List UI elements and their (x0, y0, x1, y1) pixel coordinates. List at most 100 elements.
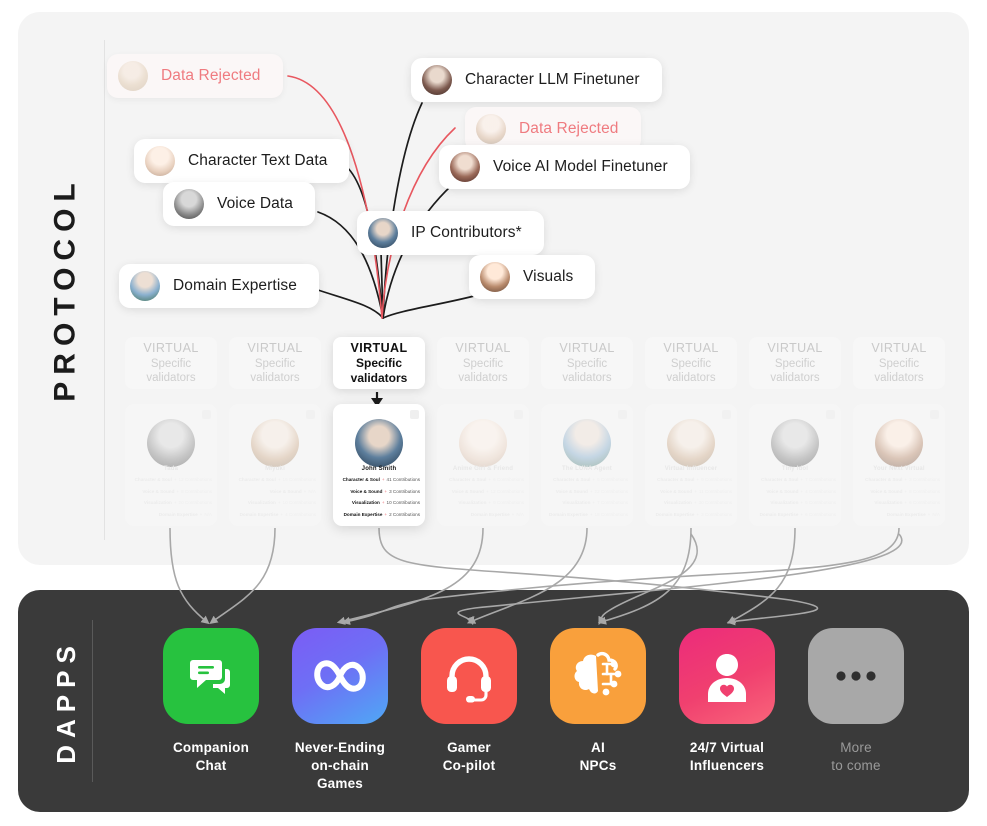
agent-card-3[interactable]: Anime Girl & Friend Character & Soul +6 C… (437, 404, 529, 526)
stat-value: 8 Contributions (909, 488, 940, 494)
validator-header-line3: validators (458, 371, 508, 384)
validator-header-line3: validators (562, 371, 612, 384)
dapp-tile[interactable] (679, 628, 775, 724)
node-domain-expertise[interactable]: Domain Expertise (119, 264, 319, 308)
node-label: Domain Expertise (173, 277, 297, 294)
agent-card-1[interactable]: Miyuki Character & Soul +15 Contributions… (229, 404, 321, 526)
dapp-never-ending-games[interactable]: Never-Ending on-chain Games (292, 628, 388, 794)
agent-card-2[interactable]: John Smith Character & Soul +41 Contribut… (333, 404, 425, 526)
stat-row: Domain Expertise + N/A (858, 511, 940, 518)
card-menu-icon[interactable] (618, 410, 627, 419)
stat-label: Voice & Sound (451, 488, 484, 494)
stat-label: Voice & Sound (350, 488, 383, 494)
stat-value: N/A (204, 511, 212, 517)
validator-header-2[interactable]: VIRTUAL Specific validators (333, 337, 425, 389)
agent-card-4[interactable]: The LUNA Agent Character & Soul +5 Contri… (541, 404, 633, 526)
stat-label: Visualization (874, 500, 903, 506)
stat-row: Voice & Sound +8 Contributions (130, 489, 212, 495)
stat-row: Domain Expertise + N/A (130, 511, 212, 518)
stat-row: Visualization +10 Contributions (338, 501, 420, 506)
stat-row: Visualization +10 Contributions (234, 501, 316, 506)
validator-header-0[interactable]: VIRTUAL Specific validators (125, 337, 217, 389)
protocol-divider (104, 40, 105, 540)
card-menu-icon[interactable] (202, 410, 211, 419)
plus-icon: + (280, 511, 284, 517)
node-ip-contributors[interactable]: IP Contributors* (357, 211, 544, 255)
node-character-text-data[interactable]: Character Text Data (134, 139, 350, 183)
stat-value: 5 Contributions (597, 477, 628, 482)
validator-header-line2: Specific (774, 357, 816, 370)
validator-header-line3: validators (770, 371, 820, 384)
stat-row: Visualization +20 Contributions (130, 501, 212, 506)
person-heart-icon (708, 654, 746, 702)
plus-icon: + (800, 488, 804, 494)
agent-avatar (667, 419, 715, 467)
node-data-rejected-1[interactable]: Data Rejected (107, 54, 283, 98)
agent-name: Virtual Influencer (664, 466, 718, 472)
avatar (145, 146, 175, 176)
node-character-llm-finetuner[interactable]: Character LLM Finetuner (411, 58, 662, 102)
agent-stats: Character & Soul +9 Contributions Voice &… (650, 477, 732, 524)
stat-row: Visualization +9 Contributions (442, 501, 524, 506)
dapp-virtual-influencers[interactable]: 24/7 Virtual Influencers (679, 628, 775, 775)
agent-card-0[interactable]: Tada Character & Soul +12 Contributions V… (125, 404, 217, 526)
dapp-tile[interactable] (421, 628, 517, 724)
agent-avatar (147, 419, 195, 467)
node-label: Voice Data (217, 195, 293, 212)
dapp-tile[interactable] (292, 628, 388, 724)
stat-row: Domain Expertise +3 Contributions (650, 512, 732, 518)
dapp-ai-npcs[interactable]: AI NPCs (550, 628, 646, 775)
stat-row: Voice & Sound +4 Contributions (754, 488, 836, 495)
chat-bubbles-icon (190, 660, 230, 694)
validator-header-line2: Specific (462, 357, 504, 370)
stat-row: Domain Expertise +2 Contributions (338, 511, 420, 518)
validator-header-6[interactable]: VIRTUAL Specific validators (749, 337, 841, 389)
avatar (130, 271, 160, 301)
agent-stats: Character & Soul +5 Contributions Voice &… (546, 477, 628, 524)
dapp-tile[interactable] (550, 628, 646, 724)
ellipsis-icon (836, 671, 876, 681)
validator-header-line1: VIRTUAL (767, 341, 823, 356)
card-menu-icon[interactable] (410, 410, 419, 419)
agent-card-5[interactable]: Virtual Influencer Character & Soul +9 Co… (645, 404, 737, 526)
agent-stats: Character & Soul +15 Contributions Voice … (234, 477, 316, 524)
stat-label: Visualization (562, 500, 591, 506)
validator-header-3[interactable]: VIRTUAL Specific validators (437, 337, 529, 389)
node-visuals[interactable]: Visuals (469, 255, 596, 299)
dapp-gamer-copilot[interactable]: Gamer Co-pilot (421, 628, 517, 775)
node-voice-data[interactable]: Voice Data (163, 182, 315, 226)
card-menu-icon[interactable] (826, 410, 835, 419)
node-voice-ai-model-finetuner[interactable]: Voice AI Model Finetuner (439, 145, 690, 189)
node-label: Visuals (523, 268, 574, 285)
stat-value: 9 Contributions (701, 477, 732, 482)
plus-icon: + (485, 488, 489, 494)
stat-label: Voice & Sound (660, 488, 693, 494)
stat-label: Voice & Sound (269, 488, 302, 494)
agent-avatar (355, 419, 403, 467)
card-menu-icon[interactable] (722, 410, 731, 419)
validator-header-4[interactable]: VIRTUAL Specific validators (541, 337, 633, 389)
plus-icon: + (384, 511, 388, 517)
card-menu-icon[interactable] (930, 410, 939, 419)
agent-card-7[interactable]: Your Next Virtual Character & Soul +3 Con… (853, 404, 945, 526)
dapps-section-label: DAPPS (34, 590, 98, 812)
stat-label: Domain Expertise (886, 511, 926, 517)
plus-icon: + (384, 488, 388, 494)
agent-card-6[interactable]: Tiny Idol Character & Soul +7 Contributio… (749, 404, 841, 526)
validator-header-line2: Specific (150, 357, 192, 370)
stat-row: Voice & Sound +22 Contributions (546, 489, 628, 495)
dapp-more-to-come[interactable]: More to come (808, 628, 904, 775)
dapp-companion-chat[interactable]: Companion Chat (163, 628, 259, 775)
dapp-tile[interactable] (163, 628, 259, 724)
stat-label: Domain Expertise (470, 511, 510, 517)
dapp-tile[interactable] (808, 628, 904, 724)
stat-label: Visualization (247, 500, 276, 506)
validator-header-1[interactable]: VIRTUAL Specific validators (229, 337, 321, 389)
card-menu-icon[interactable] (514, 410, 523, 419)
stat-row: Character & Soul +9 Contributions (650, 477, 732, 483)
validator-header-5[interactable]: VIRTUAL Specific validators (645, 337, 737, 389)
agent-avatar (771, 419, 819, 467)
card-menu-icon[interactable] (306, 410, 315, 419)
validator-header-7[interactable]: VIRTUAL Specific validators (853, 337, 945, 389)
stat-row: Domain Expertise +18 Contributions (546, 512, 628, 518)
